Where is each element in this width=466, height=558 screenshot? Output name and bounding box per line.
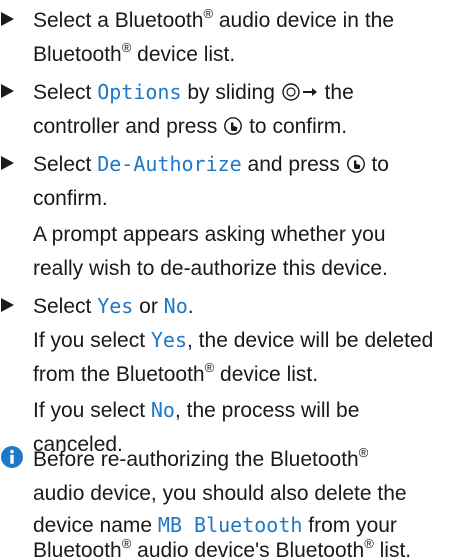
- note-line-3: device name MB Bluetooth from your: [33, 513, 397, 537]
- step-2-line-2: controller and press to confirm.: [33, 115, 348, 140]
- device-name: MB Bluetooth: [157, 513, 303, 537]
- option-no: No: [163, 294, 188, 318]
- step-1-line-1: Select a Bluetooth® audio device in the: [33, 6, 395, 32]
- option-yes: Yes: [150, 328, 188, 352]
- controller-press-icon: [346, 154, 366, 178]
- controller-slide-right-icon: [281, 82, 319, 106]
- option-yes: Yes: [97, 294, 134, 318]
- menu-item-de-authorize: De-Authorize: [97, 152, 242, 176]
- note-line-1: Before re-authorizing the Bluetooth®: [33, 445, 369, 471]
- info-icon: [0, 445, 24, 469]
- bullet-triangle-icon: [1, 12, 14, 26]
- step-3-line-1: Select De-Authorize and press to: [33, 152, 389, 178]
- step-4-yes-line-1: If you select Yes, the device will be de…: [33, 328, 434, 352]
- menu-item-options: Options: [97, 80, 182, 104]
- step-3-prompt-line-2: really wish to de-authorize this device.: [33, 257, 388, 280]
- step-2-line-1: Select Options by sliding the: [33, 80, 354, 106]
- note-line-4: Bluetooth® audio device's Bluetooth® lis…: [33, 536, 412, 558]
- step-4-line-1: Select Yes or No.: [33, 294, 194, 318]
- bullet-triangle-icon: [1, 156, 14, 170]
- bullet-triangle-icon: [1, 298, 14, 312]
- step-3-prompt-line-1: A prompt appears asking whether you: [33, 223, 386, 246]
- step-1-line-2: Bluetooth® device list.: [33, 40, 236, 66]
- controller-press-icon: [223, 116, 243, 140]
- step-3-line-2: confirm.: [33, 187, 108, 210]
- option-no: No: [150, 398, 175, 422]
- step-4-yes-line-2: from the Bluetooth® device list.: [33, 360, 319, 386]
- bullet-triangle-icon: [1, 84, 14, 98]
- note-line-2: audio device, you should also delete the: [33, 482, 407, 505]
- step-4-no-line-1: If you select No, the process will be: [33, 398, 360, 422]
